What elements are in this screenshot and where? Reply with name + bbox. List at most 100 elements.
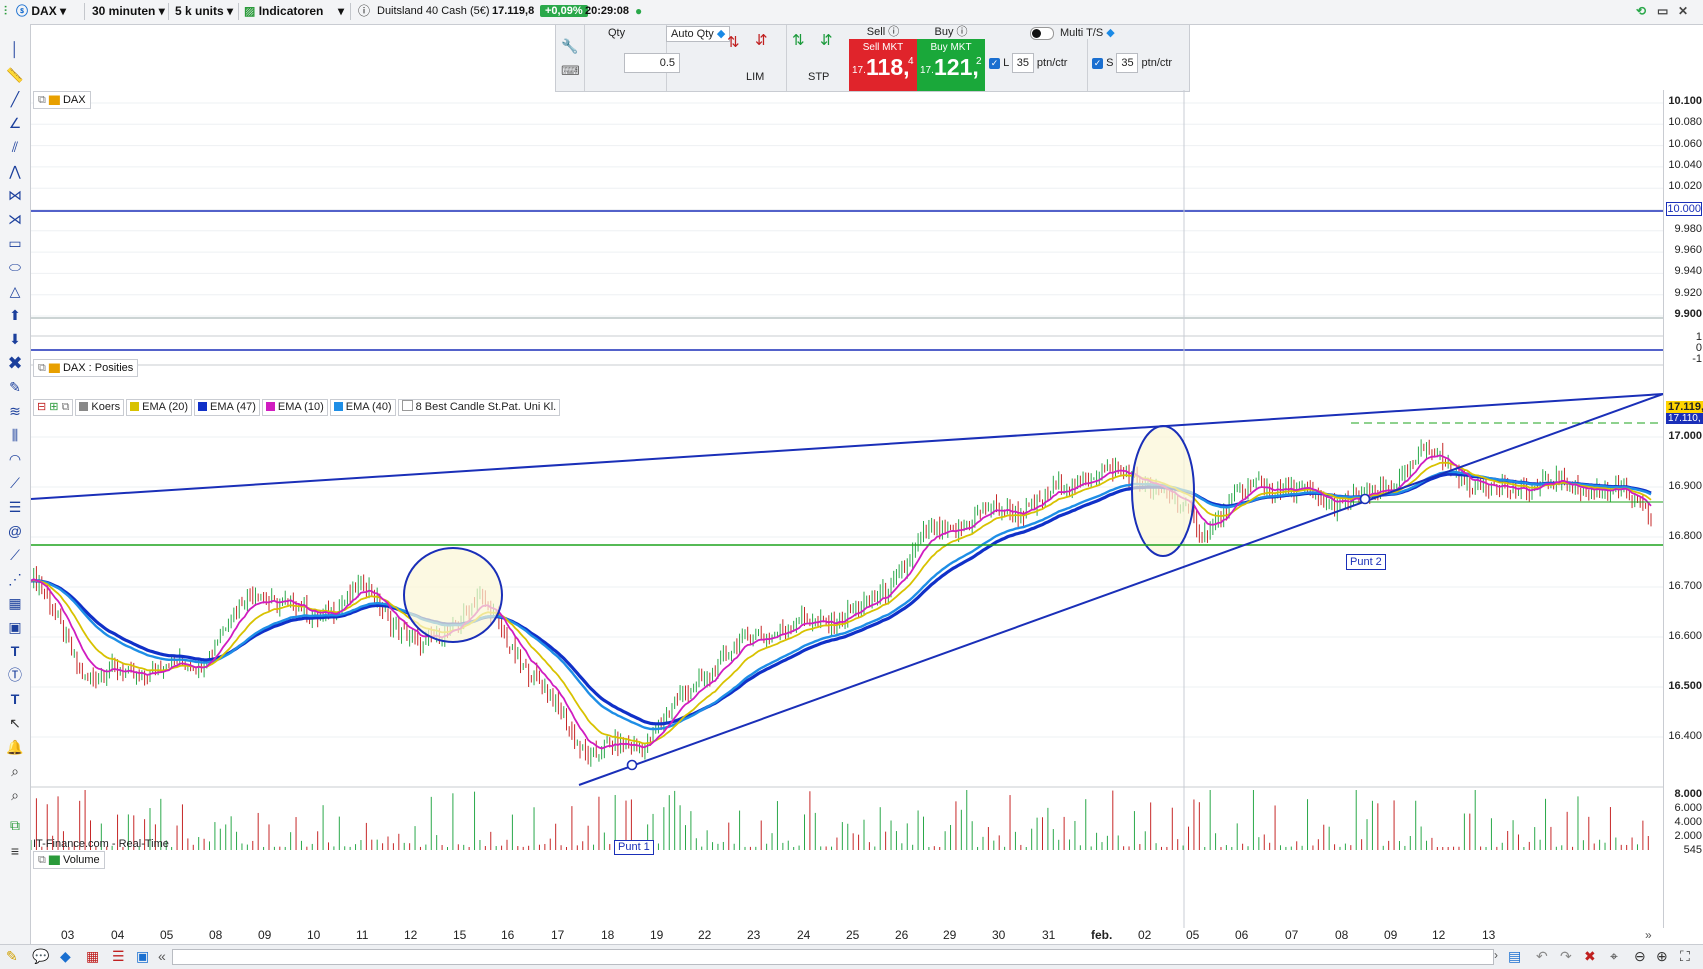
punt-2-marker[interactable] [1359,493,1371,505]
legend-add-icon[interactable]: ⊞ [49,401,58,413]
gann-square-icon[interactable]: ▣ [4,616,26,638]
ema-line[interactable] [31,454,1652,750]
fib-fan-icon[interactable]: ≋ [4,400,26,422]
scroll-end-icon[interactable]: › [1494,948,1498,962]
price-axis[interactable]: 10.100 10.080 10.060 10.040 10.020 10.000 9.98… [1663,90,1703,928]
wrench-icon[interactable]: 🔧 [561,38,578,55]
zoom-out-icon[interactable]: ⌕ [4,784,26,806]
timeframe-select[interactable]: 30 minuten ▾ [92,2,165,21]
legend-item[interactable]: EMA (40) [329,399,396,416]
buy-mkt-button[interactable]: Buy MKT 17. 121, 2 [917,39,985,91]
horizontal-scrollbar[interactable] [172,949,1494,965]
gann-fan-icon[interactable]: ⋰ [4,568,26,590]
window-controls-icon[interactable]: ▭ [1657,2,1668,21]
redo-icon[interactable]: ↷ [1560,948,1572,965]
sell-info-icon[interactable]: ⓘ [888,26,899,38]
positions-pane-header[interactable]: ⧉ ▇ DAX : Posities [33,359,139,377]
multi-ts-toggle[interactable] [1030,27,1054,40]
scroll-right-icon[interactable]: » [1645,928,1652,942]
fib-fan2-icon[interactable]: ⟋ [4,472,26,494]
calendar-icon[interactable]: ▤ [1508,948,1521,965]
legend-item[interactable]: Koers [75,399,125,416]
vol-pane-toggle-icon[interactable]: ⧉ [38,854,46,866]
fib-time-icon[interactable]: ⫼ [4,424,26,446]
delete-icon[interactable]: ✖ [4,352,26,374]
legend-settings-icon[interactable]: ⧉ [62,401,70,413]
legend-tools[interactable]: ⊟ ⊞ ⧉ [33,399,74,416]
stop-buy-icon[interactable]: ⇵ [820,31,833,49]
cursor-icon[interactable]: ↖ [4,712,26,734]
comment-icon[interactable]: 💬 [32,948,49,965]
layers-icon[interactable]: ⧉ [4,814,26,836]
crosshair-icon[interactable]: ⌖ [1610,948,1618,965]
chat-bubble-icon[interactable]: ◆ [60,948,71,965]
legend-remove-icon[interactable]: ⊟ [37,401,46,413]
abc-pattern-icon[interactable]: ⋊ [4,208,26,230]
pos-pane-toggle-icon[interactable]: ⧉ [38,362,46,374]
punt-1-label[interactable]: Punt 1 [614,840,654,855]
top-pane-header[interactable]: ⧉ ▇ DAX [33,91,91,109]
arrow-up-icon[interactable]: ⬆ [4,304,26,326]
stop-sell-icon[interactable]: ⇅ [792,31,805,49]
text-icon[interactable]: T [4,640,26,662]
pane-toggle-icon[interactable]: ⧉ [38,94,46,106]
chart-canvas[interactable] [31,90,1663,928]
symbol-select[interactable]: ⓢ DAX ▾ [16,2,66,21]
punt-2-label[interactable]: Punt 2 [1346,554,1386,570]
s-checkbox[interactable]: ✓ [1092,57,1103,69]
fit-icon[interactable]: ⛶ [1680,948,1690,965]
legend-item[interactable]: 8 Best Candle St.Pat. Uni Kl. [397,399,561,416]
scroll-left-icon[interactable]: « [158,948,166,964]
l-checkbox[interactable]: ✓ [989,57,1000,69]
delete-drawings-icon[interactable]: ✖ [1584,948,1596,965]
ruler-icon[interactable]: 📏 [4,64,26,86]
trendline-icon[interactable]: ╱ [4,88,26,110]
punt-1-marker[interactable] [626,759,638,771]
indicators-dropdown-icon[interactable]: ▾ [338,2,344,21]
limit-sell-icon[interactable]: ⇅ [727,33,740,51]
buy-info-icon[interactable]: ⓘ [957,26,968,38]
gann-line-icon[interactable]: ⟋ [4,544,26,566]
triangle-icon[interactable]: △ [4,280,26,302]
table-icon[interactable]: ▦ [86,948,99,965]
l-input[interactable]: 35 [1011,53,1034,73]
close-window-icon[interactable]: ✕ [1678,2,1688,21]
highlight-circle-1[interactable] [403,547,503,643]
legend-item[interactable]: EMA (10) [261,399,328,416]
ema-line[interactable] [31,461,1652,745]
info-icon[interactable]: ⓘ [358,2,370,21]
fib-spiral-icon[interactable]: @ [4,520,26,542]
s-input[interactable]: 35 [1116,53,1139,73]
channel-icon[interactable]: ⫽ [4,136,26,158]
wave-icon[interactable]: ⋀ [4,160,26,182]
indicators-button[interactable]: ▨ Indicatoren [244,2,323,21]
legend-item[interactable]: EMA (20) [126,399,193,416]
vertical-line-icon[interactable]: │ [4,38,26,60]
chart-view-icon[interactable]: ▣ [136,948,149,965]
zoom-in-bottom-icon[interactable]: ⊕ [1656,948,1668,965]
text-bubble-icon[interactable]: T [4,688,26,710]
zoom-icon[interactable]: ⌕ [4,760,26,782]
volume-pane-header[interactable]: ⧉ ▇ Volume [33,851,105,869]
ellipse-icon[interactable]: ⬭ [4,256,26,278]
arrow-down-icon[interactable]: ⬇ [4,328,26,350]
keyboard-icon[interactable]: ⌨ [561,63,580,79]
brush-icon[interactable]: ✎ [4,376,26,398]
sell-mkt-button[interactable]: Sell MKT 17. 118, 4 [849,39,917,91]
draw-mode-icon[interactable]: ✎ [6,948,18,965]
text-circle-icon[interactable]: Ⓣ [4,664,26,686]
angle-icon[interactable]: ∠ [4,112,26,134]
zoom-out-bottom-icon[interactable]: ⊖ [1634,948,1646,965]
alert-bell-icon[interactable]: 🔔 [4,736,26,758]
menu-icon[interactable]: ≡ [4,840,26,862]
highlight-ellipse-2[interactable] [1131,425,1195,557]
fib-retracement-icon[interactable]: ☰ [4,496,26,518]
pattern-icon[interactable]: ⋈ [4,184,26,206]
units-select[interactable]: 5 k units ▾ [175,2,233,21]
limit-buy-icon[interactable]: ⇵ [755,31,768,49]
gann-grid-icon[interactable]: ▦ [4,592,26,614]
list-icon[interactable]: ☰ [112,948,125,965]
rectangle-icon[interactable]: ▭ [4,232,26,254]
undo-icon[interactable]: ↶ [1536,948,1548,965]
fib-arc-icon[interactable]: ◠ [4,448,26,470]
